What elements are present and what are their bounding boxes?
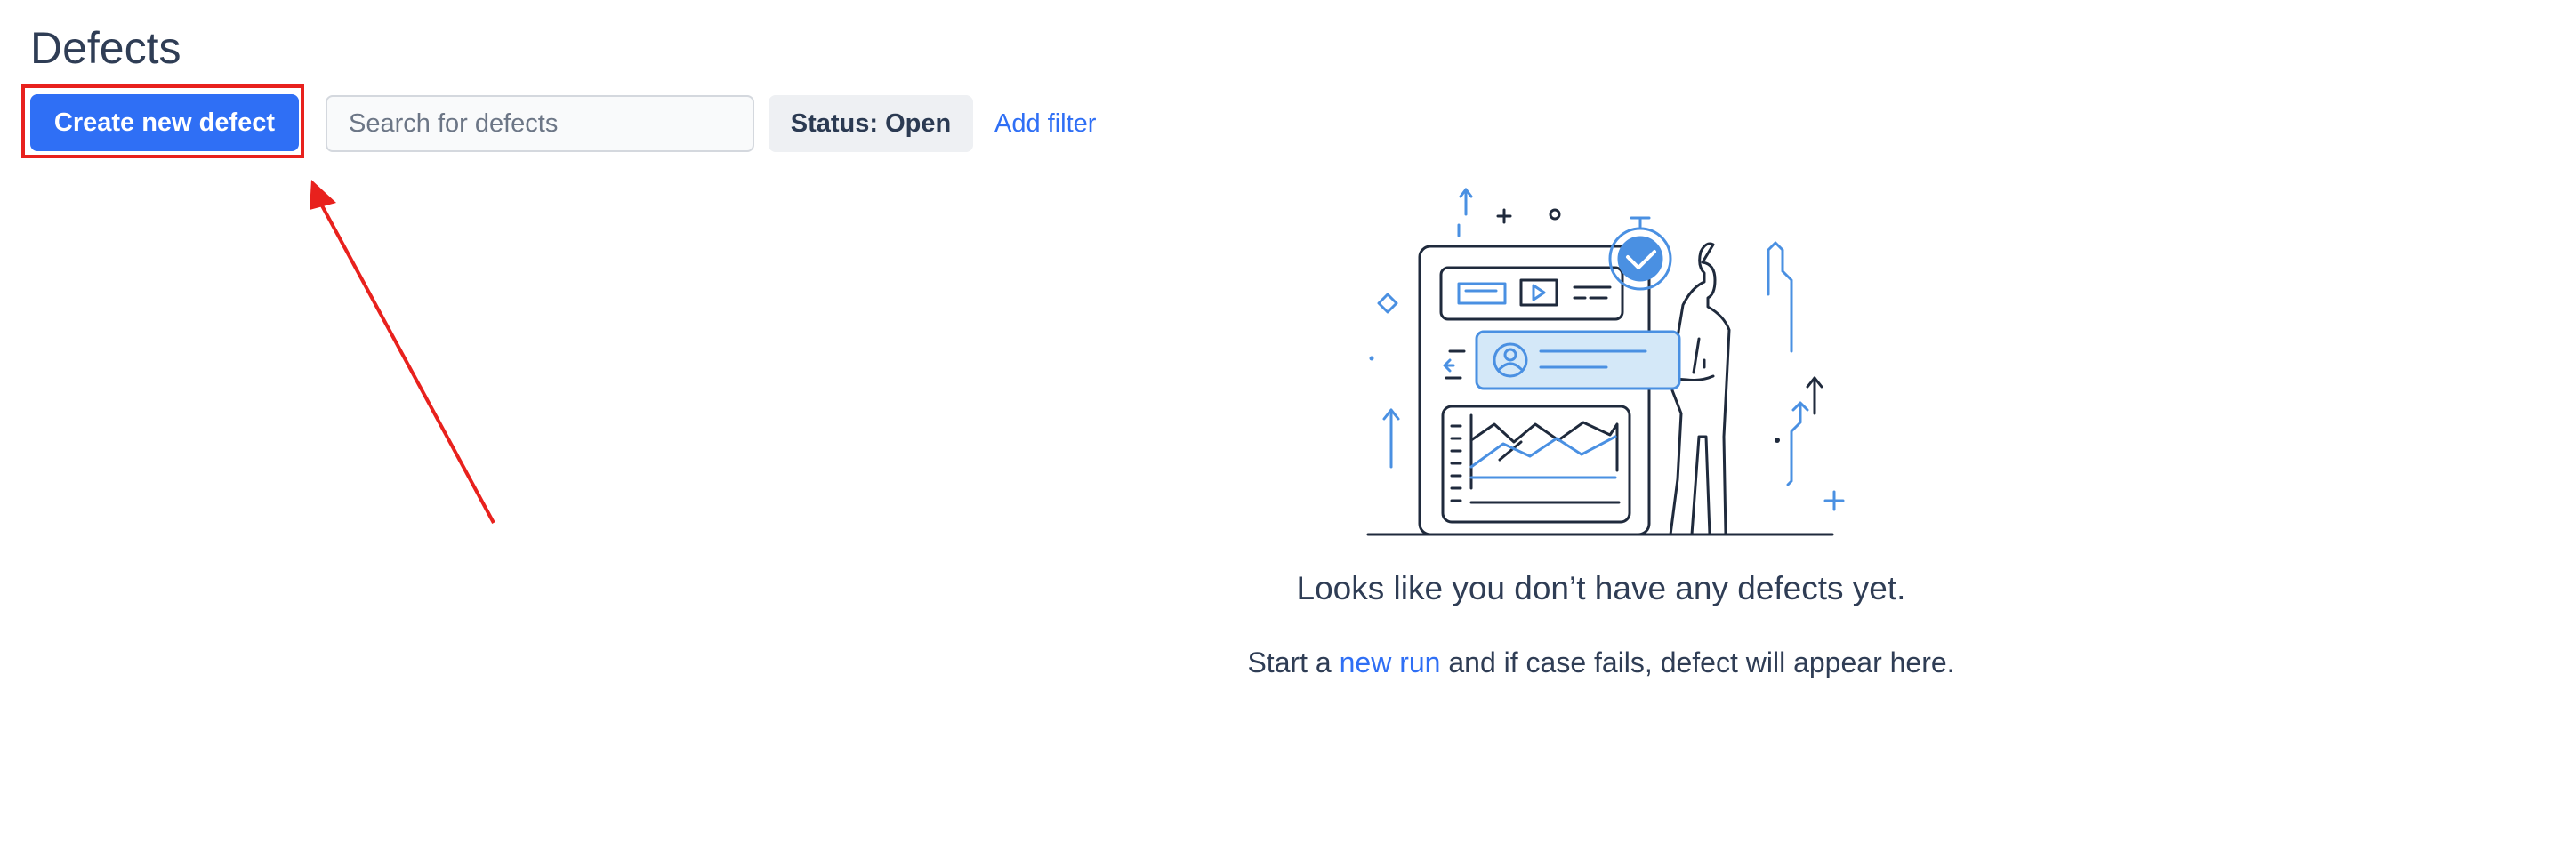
play-icon xyxy=(1532,284,1546,301)
diamond-shape xyxy=(1377,293,1398,314)
status-filter-chip[interactable]: Status: Open xyxy=(769,95,973,152)
media-panel xyxy=(1439,266,1624,321)
add-filter-link[interactable]: Add filter xyxy=(994,107,1096,140)
text-block xyxy=(1457,282,1507,305)
new-run-link[interactable]: new run xyxy=(1340,646,1441,678)
video-thumb xyxy=(1519,278,1558,307)
empty-state-text-after: and if case fails, defect will appear he… xyxy=(1440,646,1955,678)
search-input[interactable] xyxy=(326,95,754,152)
annotation-arrow-line xyxy=(316,197,495,524)
empty-state-title: Looks like you don’t have any defects ye… xyxy=(1296,570,1906,606)
create-defect-button[interactable]: Create new defect xyxy=(30,94,299,151)
person-outline xyxy=(1669,242,1731,536)
empty-state-text: Start a new run and if case fails, defec… xyxy=(1067,644,2135,681)
empty-state-text-before: Start a xyxy=(1247,646,1340,678)
annotation-arrow-head xyxy=(310,180,336,210)
empty-defects-illustration xyxy=(1366,188,1845,536)
annotation-arrow xyxy=(310,180,495,524)
page-title: Defects xyxy=(30,23,181,73)
